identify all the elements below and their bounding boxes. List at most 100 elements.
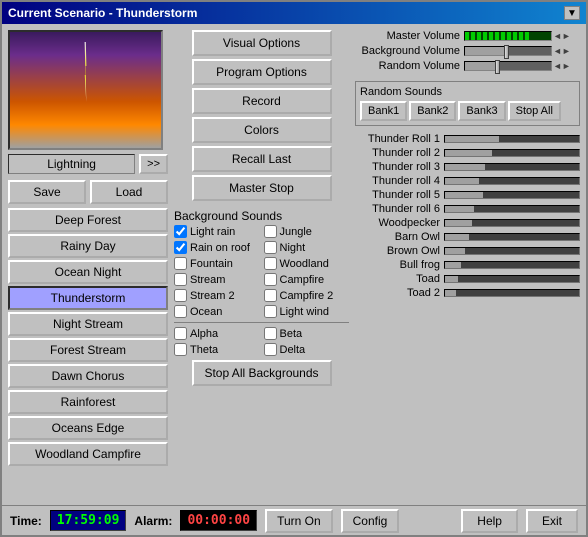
sound-ocean-label: Ocean: [190, 306, 222, 318]
scenario-deep-forest[interactable]: Deep Forest: [8, 208, 168, 232]
turn-on-button[interactable]: Turn On: [265, 509, 333, 533]
bank1-button[interactable]: Bank1: [360, 101, 407, 121]
scenario-oceans-edge[interactable]: Oceans Edge: [8, 416, 168, 440]
scenario-rainforest[interactable]: Rainforest: [8, 390, 168, 414]
lightning-graphic: [84, 42, 87, 102]
wave-alpha-checkbox[interactable]: [174, 327, 187, 340]
wave-alpha: Alpha: [174, 327, 260, 340]
random-volume-arrows: ◄►: [553, 61, 571, 71]
master-volume-arrows: ◄►: [553, 31, 571, 41]
background-sounds-section: Background Sounds Light rain Jungle Rain…: [174, 209, 349, 386]
bank-buttons: Bank1 Bank2 Bank3 Stop All: [360, 101, 575, 121]
recall-last-button[interactable]: Recall Last: [192, 146, 332, 172]
sound-stream2-checkbox[interactable]: [174, 289, 187, 302]
sound-stream-label: Stream: [190, 274, 225, 286]
wave-grid: Alpha Beta Theta Delta: [174, 327, 349, 356]
sound-row-1: Thunder roll 2: [355, 147, 580, 159]
sound-slider-0[interactable]: [444, 135, 580, 143]
stop-all-backgrounds-button[interactable]: Stop All Backgrounds: [192, 360, 332, 386]
sound-row-3: Thunder roll 4: [355, 175, 580, 187]
sound-slider-1[interactable]: [444, 149, 580, 157]
save-load-row: Save Load: [8, 180, 168, 204]
sound-row-0: Thunder Roll 1: [355, 133, 580, 145]
sound-ocean-checkbox[interactable]: [174, 305, 187, 318]
program-options-button[interactable]: Program Options: [192, 59, 332, 85]
scenario-rainy-day[interactable]: Rainy Day: [8, 234, 168, 258]
save-button[interactable]: Save: [8, 180, 86, 204]
sound-row-8: Brown Owl: [355, 245, 580, 257]
wave-beta-checkbox[interactable]: [264, 327, 277, 340]
sound-name-6: Woodpecker: [355, 217, 440, 229]
sound-campfire-checkbox[interactable]: [264, 273, 277, 286]
sound-row-11: Toad 2: [355, 287, 580, 299]
background-volume-label: Background Volume: [355, 45, 460, 57]
sound-name-10: Toad: [355, 273, 440, 285]
wave-delta-checkbox[interactable]: [264, 343, 277, 356]
scenario-thunderstorm[interactable]: Thunderstorm: [8, 286, 168, 310]
wave-theta-checkbox[interactable]: [174, 343, 187, 356]
exit-button[interactable]: Exit: [526, 509, 578, 533]
sound-slider-9[interactable]: [444, 261, 580, 269]
alarm-label: Alarm:: [134, 514, 172, 528]
sound-slider-7[interactable]: [444, 233, 580, 241]
random-volume-track[interactable]: [464, 61, 552, 71]
scenario-night-stream[interactable]: Night Stream: [8, 312, 168, 336]
minimize-button[interactable]: ▼: [564, 6, 580, 20]
background-volume-track[interactable]: [464, 46, 552, 56]
config-button[interactable]: Config: [341, 509, 400, 533]
stop-all-bank-button[interactable]: Stop All: [508, 101, 561, 121]
sound-campfire2-checkbox[interactable]: [264, 289, 277, 302]
bank3-button[interactable]: Bank3: [458, 101, 505, 121]
background-volume-arrows: ◄►: [553, 46, 571, 56]
scenario-woodland-campfire[interactable]: Woodland Campfire: [8, 442, 168, 466]
master-volume-row: Master Volume ◄►: [355, 30, 580, 42]
time-label: Time:: [10, 514, 42, 528]
sound-slider-11[interactable]: [444, 289, 580, 297]
sound-jungle-checkbox[interactable]: [264, 225, 277, 238]
volume-section: Master Volume ◄► Background Volume: [355, 30, 580, 72]
alarm-display: 00:00:00: [180, 510, 257, 531]
right-panel: Master Volume ◄► Background Volume: [355, 30, 580, 499]
record-button[interactable]: Record: [192, 88, 332, 114]
sound-slider-8[interactable]: [444, 247, 580, 255]
wave-alpha-label: Alpha: [190, 328, 218, 340]
sound-slider-6[interactable]: [444, 219, 580, 227]
sound-jungle-label: Jungle: [280, 226, 312, 238]
load-button[interactable]: Load: [90, 180, 168, 204]
scenario-dawn-chorus[interactable]: Dawn Chorus: [8, 364, 168, 388]
scenario-forest-stream[interactable]: Forest Stream: [8, 338, 168, 362]
sound-name-4: Thunder roll 5: [355, 189, 440, 201]
sound-slider-2[interactable]: [444, 163, 580, 171]
bank2-button[interactable]: Bank2: [409, 101, 456, 121]
scenario-ocean-night[interactable]: Ocean Night: [8, 260, 168, 284]
sound-name-5: Thunder roll 6: [355, 203, 440, 215]
main-window: Current Scenario - Thunderstorm ▼ Lightn…: [0, 0, 588, 537]
middle-panel: Visual Options Program Options Record Co…: [174, 30, 349, 499]
sound-campfire-label: Campfire: [280, 274, 325, 286]
sound-slider-3[interactable]: [444, 177, 580, 185]
colors-button[interactable]: Colors: [192, 117, 332, 143]
preview-box: [8, 30, 163, 150]
random-volume-row: Random Volume ◄►: [355, 60, 580, 72]
master-stop-button[interactable]: Master Stop: [192, 175, 332, 201]
preview-label: Lightning: [8, 154, 135, 174]
sound-name-1: Thunder roll 2: [355, 147, 440, 159]
sound-rain-on-roof: Rain on roof: [174, 241, 260, 254]
sound-light-rain-checkbox[interactable]: [174, 225, 187, 238]
sound-fountain-checkbox[interactable]: [174, 257, 187, 270]
visual-options-button[interactable]: Visual Options: [192, 30, 332, 56]
sound-light-wind-checkbox[interactable]: [264, 305, 277, 318]
sound-night-checkbox[interactable]: [264, 241, 277, 254]
background-volume-thumb: [504, 45, 509, 59]
sound-slider-10[interactable]: [444, 275, 580, 283]
sound-rain-on-roof-checkbox[interactable]: [174, 241, 187, 254]
arrow-button[interactable]: >>: [139, 154, 168, 174]
sound-woodland-checkbox[interactable]: [264, 257, 277, 270]
wave-section: Alpha Beta Theta Delta: [174, 322, 349, 356]
wave-theta-label: Theta: [190, 344, 218, 356]
help-button[interactable]: Help: [461, 509, 518, 533]
sound-slider-5[interactable]: [444, 205, 580, 213]
sound-stream-checkbox[interactable]: [174, 273, 187, 286]
master-volume-track[interactable]: [464, 31, 552, 41]
sound-slider-4[interactable]: [444, 191, 580, 199]
